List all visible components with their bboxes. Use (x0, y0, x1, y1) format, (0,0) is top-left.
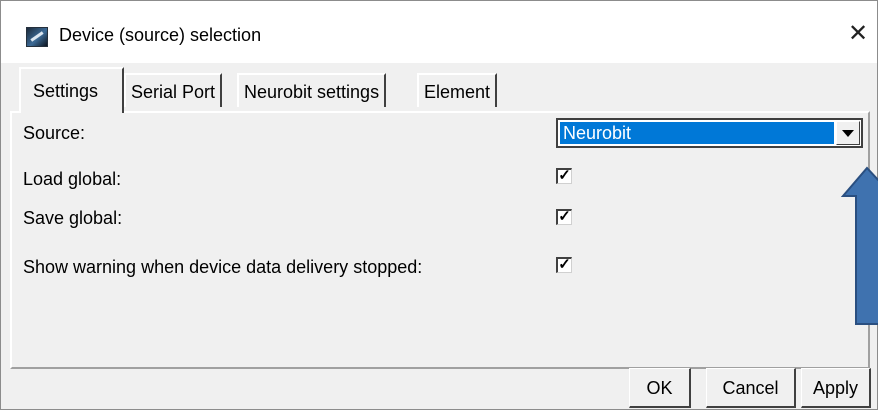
settings-panel (10, 111, 870, 369)
source-selected-value: Neurobit (560, 122, 834, 144)
tab-settings[interactable]: Settings (19, 67, 124, 113)
show-warning-checkbox[interactable]: ✓ (556, 257, 572, 273)
title-bar[interactable]: Device (source) selection ✕ (1, 1, 877, 63)
source-dropdown[interactable]: Neurobit (556, 118, 863, 148)
cancel-button[interactable]: Cancel (706, 368, 796, 408)
load-global-label: Load global: (23, 169, 122, 189)
apply-button[interactable]: Apply (801, 368, 871, 408)
dialog-window: Device (source) selection ✕ Serial Port … (0, 0, 878, 410)
close-icon[interactable]: ✕ (843, 19, 873, 49)
window-title: Device (source) selection (59, 25, 262, 45)
save-global-label: Save global: (23, 208, 123, 228)
tab-neurobit-settings[interactable]: Neurobit settings (237, 73, 387, 107)
ok-button[interactable]: OK (629, 368, 691, 408)
annotation-arrow-up (841, 166, 878, 325)
app-logo-icon (26, 27, 48, 47)
tab-serial-port[interactable]: Serial Port (124, 73, 223, 107)
show-warning-label: Show warning when device data delivery s… (23, 257, 423, 277)
save-global-checkbox[interactable]: ✓ (556, 209, 572, 225)
chevron-down-icon[interactable] (836, 121, 860, 145)
source-label: Source: (23, 123, 86, 143)
tab-element[interactable]: Element (417, 73, 498, 107)
load-global-checkbox[interactable]: ✓ (556, 168, 572, 184)
